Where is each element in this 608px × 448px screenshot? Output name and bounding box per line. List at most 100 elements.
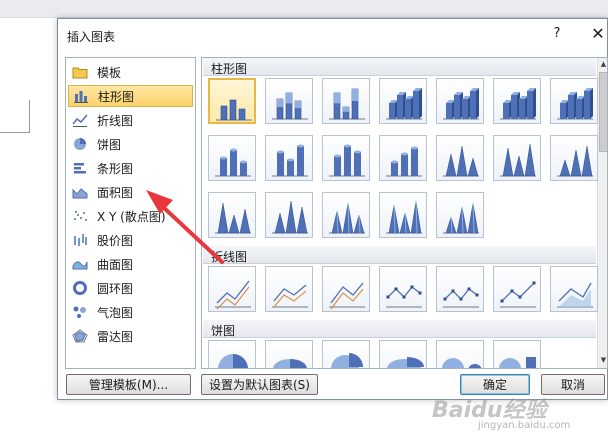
chart-subtype-icon bbox=[557, 282, 593, 308]
chart-subtype-thumbnail[interactable] bbox=[493, 266, 541, 312]
category-label: 折线图 bbox=[97, 113, 134, 128]
watermark-url: jingyan.baidu.com bbox=[478, 420, 571, 431]
chart-category-list: 模板柱形图折线图饼图条形图面积图 X Y (散点图) 股价图曲面图圆环图气泡图雷达图 bbox=[65, 57, 196, 369]
chart-subtype-thumbnail[interactable] bbox=[379, 340, 427, 368]
category-label: 股价图 bbox=[97, 233, 134, 248]
category-label: 模板 bbox=[97, 65, 122, 80]
radar-chart-icon bbox=[71, 328, 89, 344]
gallery-section-label: 饼图 bbox=[211, 324, 236, 338]
chart-subtype-thumbnail[interactable] bbox=[208, 192, 256, 238]
chart-subtype-thumbnail[interactable] bbox=[436, 78, 484, 124]
category-item[interactable]: 曲面图 bbox=[68, 253, 193, 275]
folder-icon bbox=[71, 64, 89, 80]
chart-subtype-icon bbox=[557, 88, 593, 120]
category-item[interactable]: 饼图 bbox=[68, 133, 193, 155]
chart-subtype-thumbnail[interactable] bbox=[379, 135, 427, 181]
chart-subtype-icon bbox=[557, 145, 593, 177]
chart-subtype-icon bbox=[329, 88, 365, 120]
chart-subtype-icon bbox=[273, 359, 307, 368]
gallery-section-label: 折线图 bbox=[211, 250, 248, 264]
chart-subtype-icon bbox=[215, 148, 251, 177]
chart-subtype-thumbnail[interactable] bbox=[550, 135, 598, 181]
scroll-up-arrow-icon[interactable]: ▲ bbox=[598, 59, 607, 70]
category-label: X Y (散点图) bbox=[97, 209, 166, 224]
chart-subtype-thumbnail[interactable] bbox=[208, 340, 256, 368]
chart-subtype-thumbnail[interactable] bbox=[493, 78, 541, 124]
chart-subtype-icon bbox=[216, 99, 252, 121]
chart-subtype-thumbnail[interactable] bbox=[322, 78, 370, 124]
category-label: 面积图 bbox=[97, 185, 134, 200]
chart-subtype-thumbnail[interactable] bbox=[265, 135, 313, 181]
chart-subtype-icon bbox=[218, 354, 248, 368]
chart-subtype-thumbnail[interactable] bbox=[265, 340, 313, 368]
chart-subtype-thumbnail[interactable] bbox=[265, 192, 313, 238]
chart-subtype-icon bbox=[386, 146, 422, 177]
gallery-section-header: 折线图 bbox=[203, 246, 596, 264]
category-item[interactable]: 股价图 bbox=[68, 229, 193, 251]
chart-subtype-thumbnail[interactable] bbox=[436, 192, 484, 238]
column-chart-icon bbox=[72, 88, 90, 104]
category-item[interactable]: X Y (散点图) bbox=[68, 205, 193, 227]
chart-subtype-thumbnail[interactable] bbox=[265, 78, 313, 124]
category-item[interactable]: 圆环图 bbox=[68, 277, 193, 299]
bar-chart-icon bbox=[71, 160, 89, 176]
chart-subtype-icon bbox=[442, 358, 482, 368]
cancel-button[interactable]: 取消 bbox=[541, 374, 605, 395]
chart-subtype-icon bbox=[500, 143, 536, 177]
chart-subtype-thumbnail[interactable] bbox=[550, 266, 598, 312]
chart-subtype-thumbnail[interactable] bbox=[322, 135, 370, 181]
category-item[interactable]: 折线图 bbox=[68, 109, 193, 131]
category-item[interactable]: 雷达图 bbox=[68, 325, 193, 347]
chart-subtype-thumbnail[interactable] bbox=[208, 266, 256, 312]
app-ribbon-strip bbox=[0, 0, 608, 18]
chart-subtype-thumbnail[interactable] bbox=[379, 192, 427, 238]
chart-subtype-gallery: ▲ ▼ 柱形图 折线图 饼图 bbox=[201, 57, 608, 369]
chart-subtype-thumbnail[interactable] bbox=[436, 266, 484, 312]
chart-subtype-thumbnail[interactable] bbox=[322, 266, 370, 312]
chart-subtype-thumbnail[interactable] bbox=[322, 340, 370, 368]
chart-subtype-icon bbox=[443, 145, 479, 177]
chart-subtype-icon bbox=[499, 357, 536, 368]
category-label: 柱形图 bbox=[98, 89, 135, 104]
gallery-section-header: 饼图 bbox=[203, 320, 596, 338]
category-label: 饼图 bbox=[97, 137, 122, 152]
category-item[interactable]: 面积图 bbox=[68, 181, 193, 203]
chart-subtype-icon bbox=[272, 92, 308, 120]
set-default-chart-button[interactable]: 设置为默认图表(S) bbox=[201, 374, 318, 395]
chart-subtype-icon bbox=[443, 88, 479, 120]
chart-subtype-icon bbox=[386, 200, 422, 234]
category-label: 气泡图 bbox=[97, 305, 134, 320]
chart-subtype-thumbnail[interactable] bbox=[265, 266, 313, 312]
manage-templates-button[interactable]: 管理模板(M)... bbox=[66, 374, 191, 395]
chart-subtype-icon bbox=[443, 287, 479, 308]
doughnut-chart-icon bbox=[71, 280, 89, 296]
chart-subtype-thumbnail[interactable] bbox=[208, 135, 256, 181]
chart-subtype-thumbnail[interactable] bbox=[436, 135, 484, 181]
dialog-titlebar[interactable]: 插入图表 ? ✕ bbox=[58, 19, 607, 51]
category-item[interactable]: 模板 bbox=[68, 61, 193, 83]
line-chart-icon bbox=[71, 112, 89, 128]
scatter-chart-icon bbox=[71, 208, 89, 224]
category-label: 曲面图 bbox=[97, 257, 134, 272]
chart-subtype-thumbnail[interactable] bbox=[322, 192, 370, 238]
chart-subtype-thumbnail[interactable] bbox=[550, 78, 598, 124]
category-item[interactable]: 条形图 bbox=[68, 157, 193, 179]
chart-subtype-thumbnail[interactable] bbox=[436, 340, 484, 368]
help-button[interactable]: ? bbox=[549, 26, 565, 44]
category-label: 条形图 bbox=[97, 161, 134, 176]
scroll-down-arrow-icon[interactable]: ▼ bbox=[598, 355, 607, 366]
chart-subtype-icon bbox=[329, 282, 365, 310]
category-item[interactable]: 柱形图 bbox=[68, 85, 193, 107]
chart-subtype-thumbnail[interactable] bbox=[379, 266, 427, 312]
chart-subtype-icon bbox=[272, 284, 308, 308]
scroll-thumb[interactable] bbox=[599, 72, 607, 152]
chart-subtype-thumbnail[interactable] bbox=[493, 340, 541, 368]
document-margin-line bbox=[0, 132, 30, 133]
chart-subtype-thumbnail[interactable] bbox=[208, 78, 256, 124]
category-item[interactable]: 气泡图 bbox=[68, 301, 193, 323]
chart-subtype-icon bbox=[272, 200, 308, 234]
chart-subtype-icon bbox=[500, 281, 536, 308]
chart-subtype-thumbnail[interactable] bbox=[379, 78, 427, 124]
chart-subtype-thumbnail[interactable] bbox=[493, 135, 541, 181]
close-button[interactable]: ✕ bbox=[588, 24, 608, 44]
